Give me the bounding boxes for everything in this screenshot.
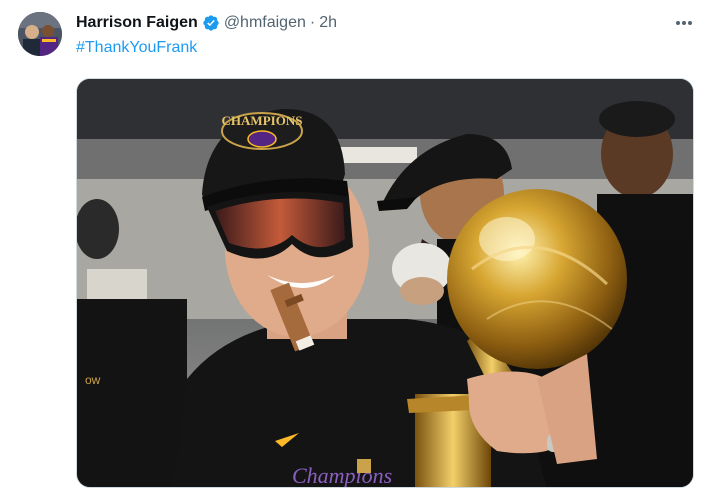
author-name[interactable]: Harrison Faigen bbox=[76, 14, 198, 32]
author-handle[interactable]: @hmfaigen bbox=[224, 14, 306, 32]
shirt-text: Champions bbox=[292, 463, 392, 488]
hashtag-link[interactable]: #ThankYouFrank bbox=[76, 39, 197, 57]
tweet[interactable]: Harrison Faigen @hmfaigen · 2h #ThankYou… bbox=[0, 0, 708, 494]
separator-dot: · bbox=[309, 14, 316, 31]
verified-badge-icon bbox=[202, 14, 220, 32]
more-options-icon[interactable] bbox=[670, 12, 698, 34]
svg-text:ow: ow bbox=[85, 373, 101, 387]
cap-text: CHAMPIONS bbox=[222, 113, 303, 128]
tweet-header: Harrison Faigen @hmfaigen · 2h bbox=[76, 12, 337, 34]
timestamp[interactable]: 2h bbox=[319, 14, 337, 32]
tweet-photo[interactable]: ow ions CHAMPION bbox=[76, 78, 694, 488]
avatar[interactable] bbox=[18, 12, 62, 56]
